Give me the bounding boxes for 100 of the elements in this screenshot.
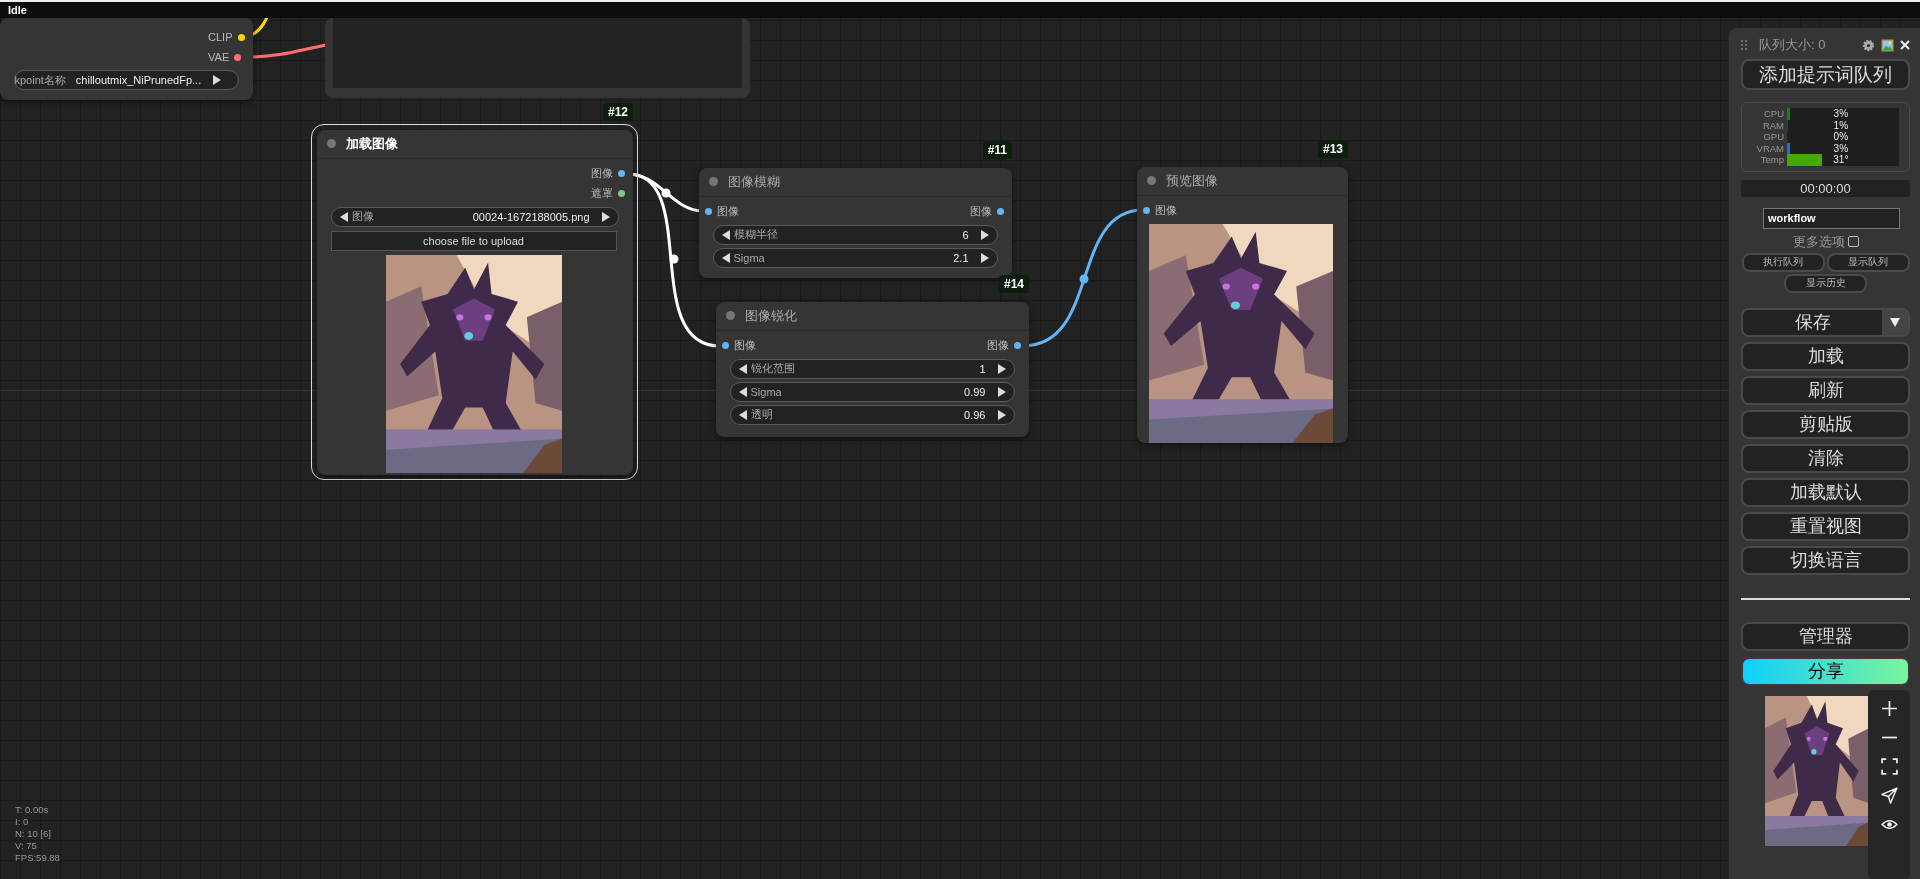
node-id-badge: #12 bbox=[602, 103, 633, 121]
port-dot[interactable] bbox=[617, 190, 625, 197]
fit-view-icon[interactable] bbox=[1880, 758, 1898, 775]
collapse-dot-icon[interactable] bbox=[1146, 176, 1156, 185]
usage-value: 0% bbox=[1832, 131, 1850, 143]
collapse-dot-icon[interactable] bbox=[708, 177, 718, 186]
widget-label: 透明 bbox=[750, 407, 773, 422]
widget-label: Sigma bbox=[733, 251, 765, 264]
queue-button[interactable]: 显示历史 bbox=[1784, 273, 1867, 293]
timer-text: 00:00:00 bbox=[1741, 179, 1910, 197]
usage-value: 31° bbox=[1832, 154, 1850, 166]
node-title: 图像锐化 bbox=[744, 306, 797, 325]
close-icon[interactable] bbox=[1900, 40, 1910, 50]
port-dot[interactable] bbox=[721, 342, 729, 349]
node-title: 加载图像 bbox=[345, 134, 398, 153]
stats-text: N: 10 [6] bbox=[15, 828, 52, 840]
manager-button[interactable]: 管理器 bbox=[1741, 621, 1910, 651]
stats-text: T: 0.00s bbox=[15, 804, 50, 816]
usage-value: 1% bbox=[1832, 119, 1850, 131]
arrow-left-icon[interactable] bbox=[721, 229, 730, 240]
port-dot[interactable] bbox=[996, 208, 1004, 215]
stats-text: I: 0 bbox=[15, 816, 30, 828]
menu-button[interactable]: 剪贴版 bbox=[1741, 409, 1910, 439]
node-title: 图像模糊 bbox=[727, 172, 780, 191]
image-icon[interactable] bbox=[1881, 38, 1894, 52]
port-dot[interactable] bbox=[1013, 342, 1021, 349]
port-label: 图像 bbox=[590, 166, 613, 181]
value-stepper[interactable]: 模糊半径 6 bbox=[712, 224, 998, 245]
monitor-label: GPU bbox=[1762, 131, 1785, 143]
port-dot[interactable] bbox=[237, 33, 245, 41]
menu-button[interactable]: 刷新 bbox=[1741, 375, 1910, 405]
port-label: 图像 bbox=[716, 204, 739, 219]
arrow-right-icon[interactable] bbox=[601, 211, 610, 222]
menu-button[interactable]: 加载 bbox=[1741, 341, 1910, 371]
save-button[interactable]: 保存 bbox=[1743, 309, 1882, 335]
value-stepper[interactable]: Sigma 0.99 bbox=[729, 381, 1015, 402]
arrow-right-icon[interactable] bbox=[997, 409, 1006, 420]
widget-label: 锐化范围 bbox=[750, 361, 795, 376]
arrow-right-icon[interactable] bbox=[213, 75, 222, 85]
collapse-dot-icon[interactable] bbox=[725, 311, 735, 320]
upload-button[interactable]: choose file to upload bbox=[330, 230, 617, 251]
port-dot[interactable] bbox=[1142, 207, 1150, 214]
port-label: 图像 bbox=[986, 338, 1009, 353]
arrow-left-icon[interactable] bbox=[738, 363, 747, 374]
arrow-left-icon[interactable] bbox=[721, 252, 730, 263]
workflow-name-field[interactable]: workflow bbox=[1763, 207, 1900, 229]
port-label: 图像 bbox=[969, 204, 992, 219]
settings-icon[interactable] bbox=[1862, 38, 1875, 52]
widget-label: Sigma bbox=[750, 385, 782, 398]
arrow-right-icon[interactable] bbox=[980, 252, 989, 263]
queue-button[interactable]: 显示队列 bbox=[1826, 252, 1910, 272]
value-stepper[interactable]: kpoint名称 chilloutmix_NiPrunedFp... bbox=[13, 70, 239, 90]
monitor-label: CPU bbox=[1762, 108, 1785, 120]
port-label: VAE bbox=[208, 51, 230, 63]
arrow-left-icon[interactable] bbox=[738, 409, 747, 420]
value-stepper[interactable]: 锐化范围 1 bbox=[729, 358, 1015, 379]
arrow-right-icon[interactable] bbox=[980, 229, 989, 240]
more-options-label: 更多选项 bbox=[1792, 232, 1845, 251]
port-label: 图像 bbox=[733, 338, 756, 353]
node-id-badge: #11 bbox=[982, 141, 1012, 159]
value-stepper[interactable]: 图像 00024-1672188005.png bbox=[330, 206, 619, 227]
port-label: CLIP bbox=[208, 31, 233, 43]
port-dot[interactable] bbox=[704, 208, 712, 215]
menu-button[interactable]: 清除 bbox=[1741, 443, 1910, 473]
status-text: Idle bbox=[8, 4, 27, 16]
widget-value: 00024-1672188005.png bbox=[472, 210, 590, 223]
port-label: 图像 bbox=[1154, 203, 1177, 218]
zoom-in-icon[interactable] bbox=[1880, 700, 1898, 717]
widget-value: 1 bbox=[979, 362, 986, 375]
arrow-right-icon[interactable] bbox=[997, 386, 1006, 397]
stats-text: V: 75 bbox=[15, 840, 38, 852]
value-stepper[interactable]: Sigma 2.1 bbox=[712, 247, 998, 268]
port-dot[interactable] bbox=[617, 170, 625, 177]
value-stepper[interactable]: 透明 0.96 bbox=[729, 404, 1015, 425]
arrow-left-icon[interactable] bbox=[738, 386, 747, 397]
send-icon[interactable] bbox=[1880, 787, 1898, 804]
stats-text: FPS:59.88 bbox=[15, 852, 60, 864]
monitor-label: VRAM bbox=[1755, 142, 1785, 154]
arrow-right-icon[interactable] bbox=[997, 363, 1006, 374]
node-id-badge: #13 bbox=[1317, 140, 1348, 158]
widget-label: kpoint名称 bbox=[14, 72, 66, 88]
menu-button[interactable]: 切换语言 bbox=[1741, 545, 1910, 575]
drag-handle-icon[interactable] bbox=[1741, 39, 1747, 51]
collapse-dot-icon[interactable] bbox=[326, 139, 336, 148]
arrow-left-icon[interactable] bbox=[339, 211, 348, 222]
menu-button[interactable]: 重置视图 bbox=[1741, 511, 1910, 541]
node-card[interactable] bbox=[325, 18, 750, 98]
queue-button[interactable]: 执行队列 bbox=[1741, 252, 1825, 272]
node-id-badge: #14 bbox=[998, 275, 1029, 293]
node-title: 预览图像 bbox=[1165, 171, 1218, 190]
share-button[interactable]: 分享 bbox=[1741, 656, 1910, 686]
port-dot[interactable] bbox=[234, 53, 242, 61]
widget-value: 6 bbox=[962, 228, 969, 241]
dropdown-button[interactable] bbox=[1882, 309, 1908, 335]
queue-size-label: 队列大小: 0 bbox=[1759, 36, 1826, 54]
checkbox[interactable] bbox=[1847, 236, 1859, 247]
menu-button[interactable]: 加载默认 bbox=[1741, 477, 1910, 507]
caret-icon bbox=[1890, 317, 1900, 327]
widget-value: 0.96 bbox=[964, 408, 986, 421]
queue-prompt-button[interactable]: 添加提示词队列 bbox=[1741, 59, 1910, 90]
